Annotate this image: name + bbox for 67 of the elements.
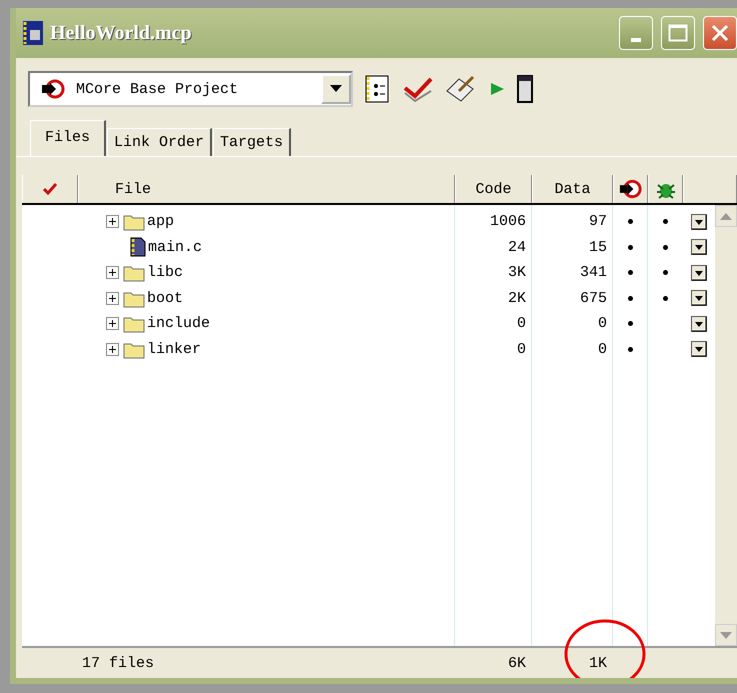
brush-icon[interactable] (445, 75, 477, 103)
minimize-button[interactable] (619, 16, 653, 50)
popup-menu-icon[interactable] (691, 239, 707, 256)
minimize-icon (631, 38, 641, 42)
table-row[interactable]: app 1006 97 (22, 209, 715, 234)
code-size: 1006 (488, 213, 527, 230)
check-mark-icon[interactable] (403, 76, 433, 102)
code-size: 3K (506, 264, 527, 282)
expand-icon[interactable] (106, 317, 119, 330)
file-name[interactable]: boot (147, 290, 184, 307)
code-size: 0 (516, 340, 527, 358)
project-file-icon (22, 20, 44, 46)
window-title: HelloWorld.mcp (50, 22, 193, 44)
table-row[interactable]: main.c 24 15 (22, 234, 715, 260)
expand-icon[interactable] (106, 342, 119, 356)
popup-menu-icon[interactable] (691, 341, 707, 358)
popup-menu-icon[interactable] (691, 316, 707, 332)
popup-menu-icon[interactable] (691, 214, 707, 230)
table-row[interactable]: linker 0 0 (22, 336, 715, 362)
file-name[interactable]: linker (147, 340, 202, 358)
maximize-icon (668, 24, 688, 42)
settings-sheet-icon[interactable] (365, 75, 391, 103)
data-size: 15 (588, 238, 608, 256)
check-mark-icon[interactable] (43, 183, 57, 195)
expand-icon[interactable] (106, 266, 119, 280)
play-icon[interactable] (489, 81, 505, 97)
tab[interactable]: Files (30, 120, 106, 156)
tab[interactable]: Targets (213, 128, 292, 156)
file-name[interactable]: app (147, 213, 174, 230)
table-row[interactable]: boot 2K 675 (22, 286, 715, 311)
expand-icon[interactable] (106, 215, 119, 228)
code-size: 24 (506, 238, 527, 256)
table-row[interactable]: libc 3K 341 (22, 260, 715, 286)
file-count: 17 files (81, 654, 156, 672)
expand-icon[interactable] (106, 292, 119, 305)
maximize-button[interactable] (661, 16, 695, 50)
caret-icon (330, 85, 342, 93)
file-name[interactable]: main.c (148, 238, 202, 256)
target-icon (618, 178, 643, 200)
popup-menu-icon[interactable] (691, 264, 707, 281)
column-header[interactable]: File (78, 175, 455, 203)
popup-menu-icon[interactable] (691, 290, 707, 306)
file-name[interactable]: libc (147, 264, 184, 282)
close-icon (711, 24, 729, 42)
column-header[interactable]: Data (532, 175, 613, 203)
data-size: 0 (596, 340, 608, 358)
data-total: 1K (588, 654, 608, 672)
target-icon (40, 78, 66, 100)
window-icon[interactable] (517, 75, 533, 103)
data-size: 675 (578, 290, 608, 307)
file-name[interactable]: include (147, 315, 210, 332)
close-button[interactable] (703, 16, 737, 50)
source-file-icon (130, 237, 146, 258)
arrow-up-icon (720, 212, 732, 220)
data-size: 341 (578, 264, 608, 282)
code-total: 6K (506, 654, 527, 672)
data-size: 0 (596, 315, 608, 332)
table-row[interactable]: include 0 0 (22, 311, 715, 336)
tab[interactable]: Link Order (107, 128, 212, 156)
dropdown-button[interactable] (321, 74, 351, 104)
code-size: 0 (516, 315, 527, 332)
target-name: MCore Base Project (75, 80, 240, 98)
code-size: 2K (506, 290, 527, 307)
column-header[interactable]: Code (455, 175, 532, 203)
data-size: 97 (588, 213, 608, 230)
target-dropdown[interactable]: MCore Base Project (28, 71, 353, 107)
arrow-down-icon (720, 632, 732, 638)
